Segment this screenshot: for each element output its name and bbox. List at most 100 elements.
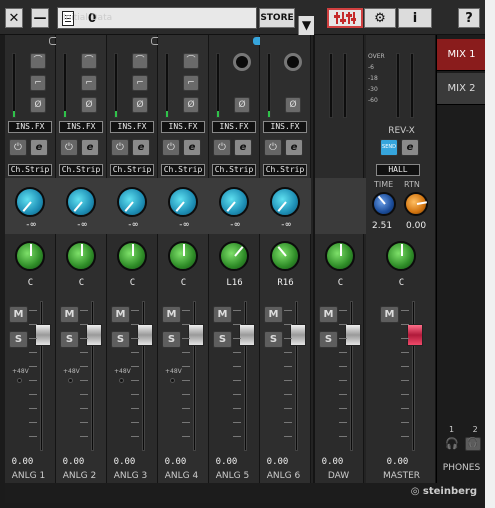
mute-button[interactable]: M — [60, 306, 79, 323]
ins-fx-label: INS.FX — [263, 121, 307, 133]
reverb-return-knob[interactable] — [404, 192, 428, 216]
pan-knob[interactable] — [219, 241, 249, 271]
tab-mix-2[interactable]: MIX 2 — [437, 73, 486, 105]
ch-strip-label: Ch.Strip — [161, 164, 205, 176]
power-icon[interactable]: ⏻ — [213, 139, 231, 156]
fader-handle[interactable] — [86, 324, 102, 346]
power-icon[interactable]: ⏻ — [9, 139, 27, 156]
hpf-icon[interactable]: ⌐ — [132, 75, 148, 91]
edit-button[interactable]: e — [81, 139, 99, 156]
mixer-view-button[interactable] — [327, 8, 363, 28]
headphones-icon[interactable]: 🎧 — [445, 437, 459, 450]
fader-handle[interactable] — [188, 324, 204, 346]
mute-button[interactable]: M — [213, 306, 232, 323]
settings-button[interactable]: ⚙ — [364, 8, 396, 28]
scene-selector[interactable]: 0 Initial Data ▼ — [57, 7, 314, 35]
hi-z-icon[interactable]: ⌒ — [183, 53, 199, 69]
solo-button[interactable]: S — [319, 331, 338, 348]
solo-button[interactable]: S — [162, 331, 181, 348]
mute-button[interactable]: M — [162, 306, 181, 323]
fader-scale — [339, 310, 347, 450]
master-fader-handle[interactable] — [407, 324, 423, 346]
phase-icon[interactable]: Ø — [234, 97, 250, 113]
master-mute-button[interactable]: M — [380, 306, 399, 323]
hpf-icon[interactable]: ⌐ — [183, 75, 199, 91]
pan-knob[interactable] — [15, 241, 45, 271]
mixer-channels: ⌒ ⌐ Ø INS.FX ⏻ e Ch.Strip -∞ C M S +48V 0.00 ANLG 1 ⌒ ⌐… — [5, 35, 436, 502]
phase-icon[interactable]: Ø — [81, 97, 97, 113]
store-button[interactable]: STORE — [259, 8, 295, 28]
send-knob[interactable] — [15, 187, 45, 217]
hi-z-icon[interactable]: ⌒ — [132, 53, 148, 69]
send-knob[interactable] — [66, 187, 96, 217]
power-icon[interactable]: ⏻ — [111, 139, 129, 156]
solo-button[interactable]: S — [60, 331, 79, 348]
help-button[interactable]: ? — [458, 8, 480, 28]
phase-icon[interactable]: Ø — [30, 97, 46, 113]
phones-1-label: 1 — [449, 425, 455, 434]
info-button[interactable]: i — [398, 8, 432, 28]
reverb-type: HALL — [376, 164, 420, 176]
fader-handle[interactable] — [345, 324, 361, 346]
solo-button[interactable]: S — [111, 331, 130, 348]
phantom-48v-label: +48V — [114, 368, 131, 375]
minimize-button[interactable]: — — [31, 8, 49, 28]
hpf-icon[interactable]: ⌐ — [81, 75, 97, 91]
fader-handle[interactable] — [290, 324, 306, 346]
tab-mix-1[interactable]: MIX 1 — [437, 39, 486, 71]
fader-scale — [233, 310, 241, 450]
edit-button[interactable]: e — [183, 139, 201, 156]
phase-icon[interactable]: Ø — [132, 97, 148, 113]
send-knob[interactable] — [168, 187, 198, 217]
pan-knob[interactable] — [168, 241, 198, 271]
mute-button[interactable]: M — [264, 306, 283, 323]
send-knob[interactable] — [117, 187, 147, 217]
pan-knob[interactable] — [270, 241, 300, 271]
power-icon[interactable]: ⏻ — [264, 139, 282, 156]
edit-button[interactable]: e — [132, 139, 150, 156]
headphones-2-icon[interactable]: 🎧 — [465, 437, 481, 451]
close-button[interactable]: ✕ — [5, 8, 23, 28]
hi-z-icon[interactable]: ⌒ — [30, 53, 46, 69]
level-meter — [216, 53, 220, 118]
edit-button[interactable]: e — [234, 139, 252, 156]
solo-button[interactable]: S — [264, 331, 283, 348]
level-meter — [12, 53, 16, 118]
channel-strip-master: OVER -6 -18 -30 -60 REV-X SEND e HALL TIME RTN 2.51… — [366, 35, 436, 502]
master-pan-knob[interactable] — [386, 241, 416, 271]
pan-knob[interactable] — [66, 241, 96, 271]
edit-button[interactable]: e — [285, 139, 303, 156]
fader-handle[interactable] — [239, 324, 255, 346]
channel-strip-5: Ø INS.FX ⏻ e Ch.Strip -∞ L16 M S 0.00 ANLG 5 — [209, 35, 271, 502]
scene-name: Initial Data — [62, 13, 113, 23]
reverb-edit-button[interactable]: e — [401, 139, 419, 156]
mute-button[interactable]: M — [319, 306, 338, 323]
phantom-led — [17, 378, 22, 383]
edit-button[interactable]: e — [30, 139, 48, 156]
send-knob[interactable] — [219, 187, 249, 217]
hi-z-icon[interactable]: ⌒ — [81, 53, 97, 69]
solo-button[interactable]: S — [9, 331, 28, 348]
phase-icon[interactable]: Ø — [183, 97, 199, 113]
fader-handle[interactable] — [137, 324, 153, 346]
solo-button[interactable]: S — [213, 331, 232, 348]
master-pan-value: C — [398, 278, 405, 288]
channel-strip-1: ⌒ ⌐ Ø INS.FX ⏻ e Ch.Strip -∞ C M S +48V 0.00 ANLG 1 — [5, 35, 67, 502]
mute-button[interactable]: M — [9, 306, 28, 323]
pan-knob[interactable] — [117, 241, 147, 271]
reverb-send-badge[interactable]: SEND — [380, 139, 398, 156]
hpf-icon[interactable]: ⌐ — [30, 75, 46, 91]
fader-handle[interactable] — [35, 324, 51, 346]
fader-scale — [284, 310, 292, 450]
phase-icon[interactable]: Ø — [285, 97, 301, 113]
phantom-48v-label: +48V — [63, 368, 80, 375]
mute-button[interactable]: M — [111, 306, 130, 323]
channel-strip-6: Ø INS.FX ⏻ e Ch.Strip -∞ R16 M S 0.00 ANLG 6 — [260, 35, 311, 502]
fader-level: 0.00 — [113, 457, 136, 467]
send-knob[interactable] — [270, 187, 300, 217]
power-icon[interactable]: ⏻ — [162, 139, 180, 156]
pan-knob[interactable] — [325, 241, 355, 271]
power-icon[interactable]: ⏻ — [60, 139, 78, 156]
chevron-down-icon[interactable]: ▼ — [298, 16, 314, 35]
reverb-time-knob[interactable] — [372, 192, 396, 216]
